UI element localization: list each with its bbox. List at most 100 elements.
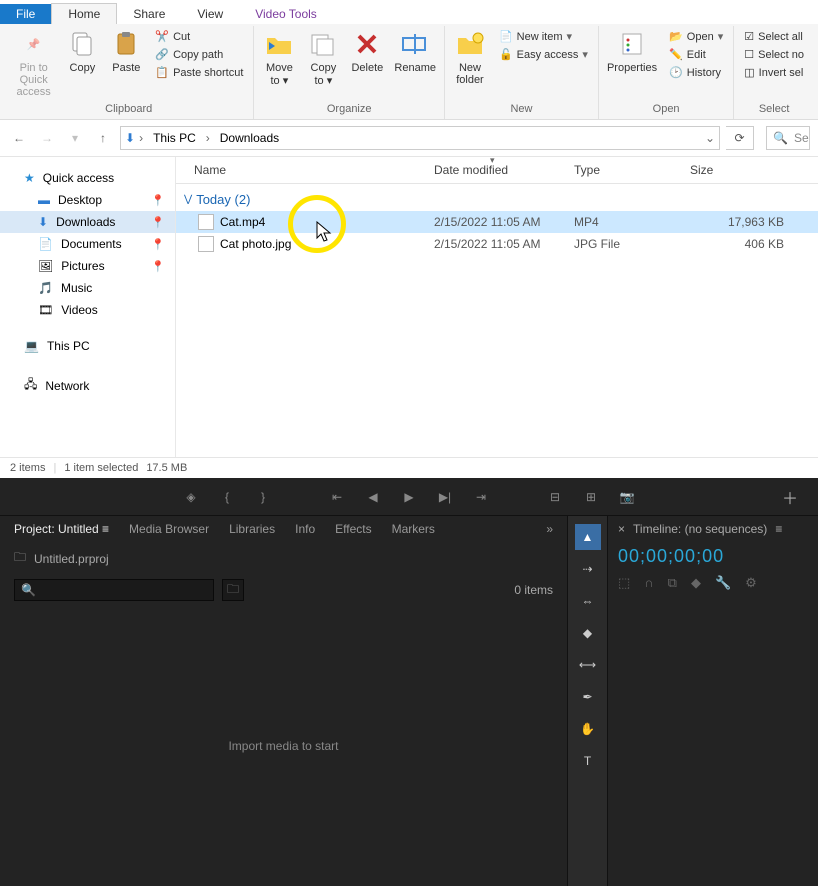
up-button[interactable]: ↑ [92,127,114,149]
type-tool[interactable]: T [575,748,601,774]
file-row[interactable]: Cat.mp4 2/15/2022 11:05 AM MP4 17,963 KB [176,211,818,233]
collapse-icon[interactable]: » [546,522,553,536]
properties-button[interactable]: Properties [603,26,661,76]
copy-path-button[interactable]: 🔗Copy path [149,46,249,63]
copy-button[interactable]: Copy [61,26,103,76]
tab-view[interactable]: View [181,4,239,24]
premiere-panel: ◈ { } ⇤ ◀︎ ▶︎ ▶︎| ⇥ ⊟ ⊞ 📷 ＋ Project: Unt… [0,478,818,886]
import-drop-zone[interactable]: Import media to start [14,613,553,878]
new-item-button[interactable]: 📄New item▾ [493,28,594,45]
ripple-edit-tool[interactable]: ⇔ [575,588,601,614]
move-to-button[interactable]: Move to ▾ [258,26,300,89]
step-fwd-icon[interactable]: ▶︎| [436,490,454,504]
rename-button[interactable]: Rename [390,26,440,76]
col-size[interactable]: Size [680,157,818,183]
col-type[interactable]: Type [564,157,680,183]
refresh-button[interactable]: ⟳ [726,126,754,150]
sidebar-item-desktop[interactable]: ▬Desktop📍 [0,189,175,211]
recent-dropdown[interactable]: ▾ [64,127,86,149]
bracket-open-icon[interactable]: { [218,490,236,504]
tab-file[interactable]: File [0,4,51,24]
tab-project[interactable]: Project: Untitled ≡ [14,522,109,536]
folder-move-icon [263,28,295,60]
go-in-icon[interactable]: ⇤ [328,490,346,504]
razor-tool[interactable]: ◆ [575,620,601,646]
crumb-thispc[interactable]: This PC [147,131,202,145]
easy-access-button[interactable]: 🔓Easy access▾ [493,46,594,63]
new-folder-button[interactable]: New folder [449,26,491,88]
paste-shortcut-button[interactable]: 📋Paste shortcut [149,64,249,81]
cut-button[interactable]: ✂️Cut [149,28,249,45]
search-input[interactable]: 🔍 Se [766,126,810,150]
lift-icon[interactable]: ⊟ [546,490,564,504]
timecode[interactable]: 00;00;00;00 [608,542,818,571]
crumb-dropdown[interactable]: ⌄ [705,131,715,145]
pen-tool[interactable]: ✒ [575,684,601,710]
panel-menu-icon[interactable]: ≡ [775,522,782,536]
nav-pane: ★Quick access ▬Desktop📍 ⬇Downloads📍 📄Doc… [0,157,176,457]
col-name[interactable]: Name [176,157,424,183]
delete-button[interactable]: Delete [346,26,388,76]
tab-libraries[interactable]: Libraries [229,522,275,536]
paste-button[interactable]: Paste [105,26,147,76]
tab-markers[interactable]: Markers [392,522,435,536]
sidebar-quick-access[interactable]: ★Quick access [0,167,175,189]
linked-selection-icon[interactable]: ⧉ [668,575,677,591]
group-header-today[interactable]: ⋁ Today (2) [176,184,818,211]
crumb-downloads[interactable]: Downloads [214,131,285,145]
play-icon[interactable]: ▶︎ [400,490,418,504]
sidebar-item-videos[interactable]: 🎞Videos [0,299,175,321]
label: Properties [607,62,657,74]
marker-in-icon[interactable]: ◈ [182,490,200,504]
sidebar-item-music[interactable]: 🎵Music [0,277,175,299]
hand-tool[interactable]: ✋ [575,716,601,742]
sidebar-item-documents[interactable]: 📄Documents📍 [0,233,175,255]
easy-access-icon: 🔓 [499,48,513,61]
breadcrumb[interactable]: ⬇ This PC Downloads ⌄ [120,126,720,150]
back-button[interactable]: ← [8,127,30,149]
settings-icon[interactable]: 🔧 [715,575,731,591]
select-all-button[interactable]: ☑Select all [738,28,810,45]
slip-tool[interactable]: ⟷ [575,652,601,678]
sequence-icon[interactable]: ⬚ [618,575,630,591]
col-date[interactable]: Date modified [424,157,564,183]
wrench-icon[interactable]: ⚙ [745,575,757,591]
marker-icon[interactable]: ◆ [691,575,701,591]
forward-button[interactable]: → [36,127,58,149]
extract-icon[interactable]: ⊞ [582,490,600,504]
tab-media-browser[interactable]: Media Browser [129,522,209,536]
go-out-icon[interactable]: ⇥ [472,490,490,504]
pin-to-quick-access-button[interactable]: 📌 Pin to Quick access [8,26,59,100]
step-back-icon[interactable]: ◀︎ [364,490,382,504]
search-icon: 🔍 [21,583,36,597]
edit-button[interactable]: ✏️Edit [663,46,729,63]
snap-icon[interactable]: ∩ [644,575,653,591]
track-select-tool[interactable]: ⇢ [575,556,601,582]
tab-share[interactable]: Share [117,4,181,24]
copy-to-button[interactable]: Copy to ▾ [302,26,344,89]
sidebar-network[interactable]: 🖧Network [0,371,175,400]
close-icon[interactable]: × [618,522,625,536]
invert-selection-button[interactable]: ◫Invert sel [738,64,810,81]
project-search-input[interactable]: 🔍 [14,579,214,601]
tab-video-tools[interactable]: Video Tools [239,4,333,24]
tab-home[interactable]: Home [51,3,117,24]
selection-tool[interactable]: ▲ [575,524,601,550]
sidebar-thispc[interactable]: 💻This PC [0,335,175,357]
open-button[interactable]: 📂Open▾ [663,28,729,45]
new-bin-button[interactable]: 🗀 [222,579,244,601]
playback-toolbar: ◈ { } ⇤ ◀︎ ▶︎ ▶︎| ⇥ ⊟ ⊞ 📷 ＋ [0,478,818,516]
bracket-close-icon[interactable]: } [254,490,272,504]
export-frame-icon[interactable]: 📷 [618,490,636,504]
add-button[interactable]: ＋ [782,485,798,509]
desktop-icon: ▬ [38,193,50,207]
tab-effects[interactable]: Effects [335,522,371,536]
history-button[interactable]: 🕑History [663,64,729,81]
tab-info[interactable]: Info [295,522,315,536]
select-none-button[interactable]: ☐Select no [738,46,810,63]
file-size: 17,963 KB [680,215,818,229]
sidebar-item-pictures[interactable]: 🖼Pictures📍 [0,255,175,277]
sidebar-item-downloads[interactable]: ⬇Downloads📍 [0,211,175,233]
file-row[interactable]: Cat photo.jpg 2/15/2022 11:05 AM JPG Fil… [176,233,818,255]
select-all-icon: ☑ [744,30,754,43]
